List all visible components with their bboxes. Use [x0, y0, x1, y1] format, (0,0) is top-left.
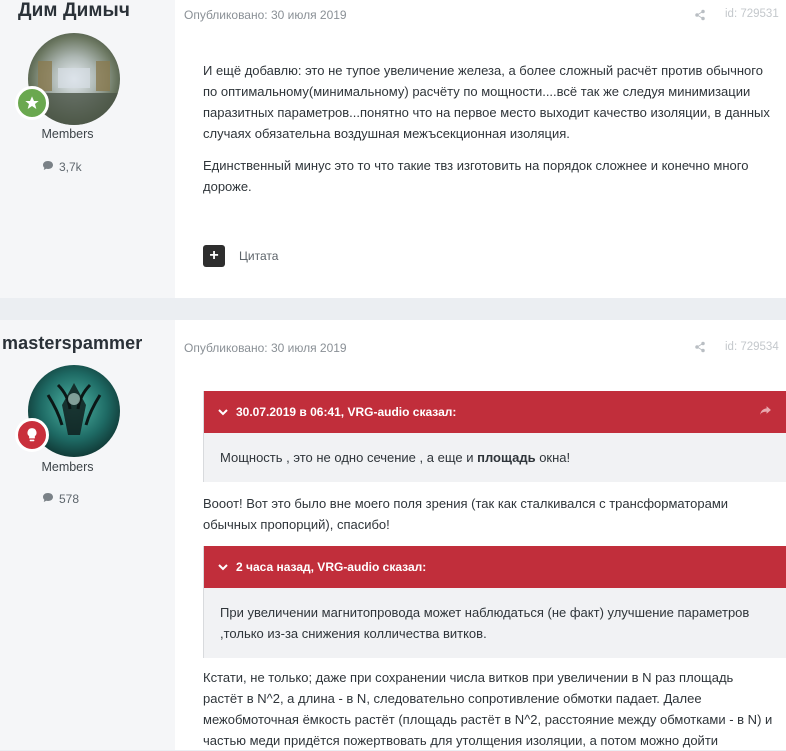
rank-star-icon — [15, 86, 49, 120]
quote-header[interactable]: 2 часа назад, VRG-audio сказал: — [204, 546, 786, 588]
published-date[interactable]: Опубликовано: 30 июля 2019 — [184, 8, 347, 22]
comment-icon — [42, 160, 54, 174]
quote-button[interactable]: Цитата — [239, 249, 278, 263]
quote-citation: 30.07.2019 в 06:41, VRG-audio сказал: — [236, 405, 457, 419]
post-count-value: 578 — [59, 492, 80, 506]
member-group: Members — [41, 127, 94, 141]
post-content: Опубликовано: 30 июля 2019 id: 729531 И … — [175, 0, 786, 298]
post-id[interactable]: id: 729531 — [725, 8, 779, 20]
share-icon[interactable] — [694, 340, 706, 353]
quote-block: 2 часа назад, VRG-audio сказал: При увел… — [203, 546, 786, 658]
chevron-down-icon[interactable] — [218, 560, 228, 574]
quote-citation: 2 часа назад, VRG-audio сказал: — [236, 560, 427, 574]
post-count: 578 — [42, 492, 79, 506]
post-2: masterspammer Members 578 Опубликовано: … — [0, 320, 786, 750]
post-actions: + Цитата — [203, 245, 278, 267]
share-icon[interactable] — [694, 8, 706, 21]
goto-reply-icon[interactable] — [759, 405, 772, 419]
post-count-value: 3,7k — [59, 160, 82, 174]
quote-text: Мощность , это не одно сечение , а еще и… — [220, 450, 571, 465]
post-id[interactable]: id: 729534 — [725, 341, 779, 353]
post-content: Опубликовано: 30 июля 2019 id: 729534 30… — [175, 320, 786, 750]
post-1: Дим Димыч Members 3,7k Опубликовано: 30 … — [0, 0, 786, 298]
quote-block: 30.07.2019 в 06:41, VRG-audio сказал: Мо… — [203, 391, 786, 482]
comment-icon — [42, 492, 54, 506]
author-name[interactable]: masterspammer — [2, 333, 142, 354]
author-panel: masterspammer Members 578 — [0, 320, 175, 750]
multiquote-plus-button[interactable]: + — [203, 245, 225, 267]
member-group: Members — [41, 460, 94, 474]
post-body: И ещё добавлю: это не тупое увеличение ж… — [203, 60, 773, 208]
post-count: 3,7k — [42, 160, 82, 174]
reply-text: Вооот! Вот это было вне моего поля зрени… — [203, 496, 729, 532]
rank-lightbulb-icon — [15, 418, 49, 452]
paragraph: И ещё добавлю: это не тупое увеличение ж… — [203, 63, 770, 141]
author-panel: Дим Димыч Members 3,7k — [0, 0, 175, 298]
quote-text: При увеличении магнитопровода может набл… — [220, 605, 750, 641]
published-date[interactable]: Опубликовано: 30 июля 2019 — [184, 341, 347, 355]
paragraph: Единственный минус это то что такие твз … — [203, 158, 749, 194]
chevron-down-icon[interactable] — [218, 405, 228, 419]
reply-text: Кстати, не только; даже при сохранении ч… — [203, 670, 773, 748]
quote-header[interactable]: 30.07.2019 в 06:41, VRG-audio сказал: — [204, 391, 786, 433]
author-name[interactable]: Дим Димыч — [18, 0, 130, 22]
